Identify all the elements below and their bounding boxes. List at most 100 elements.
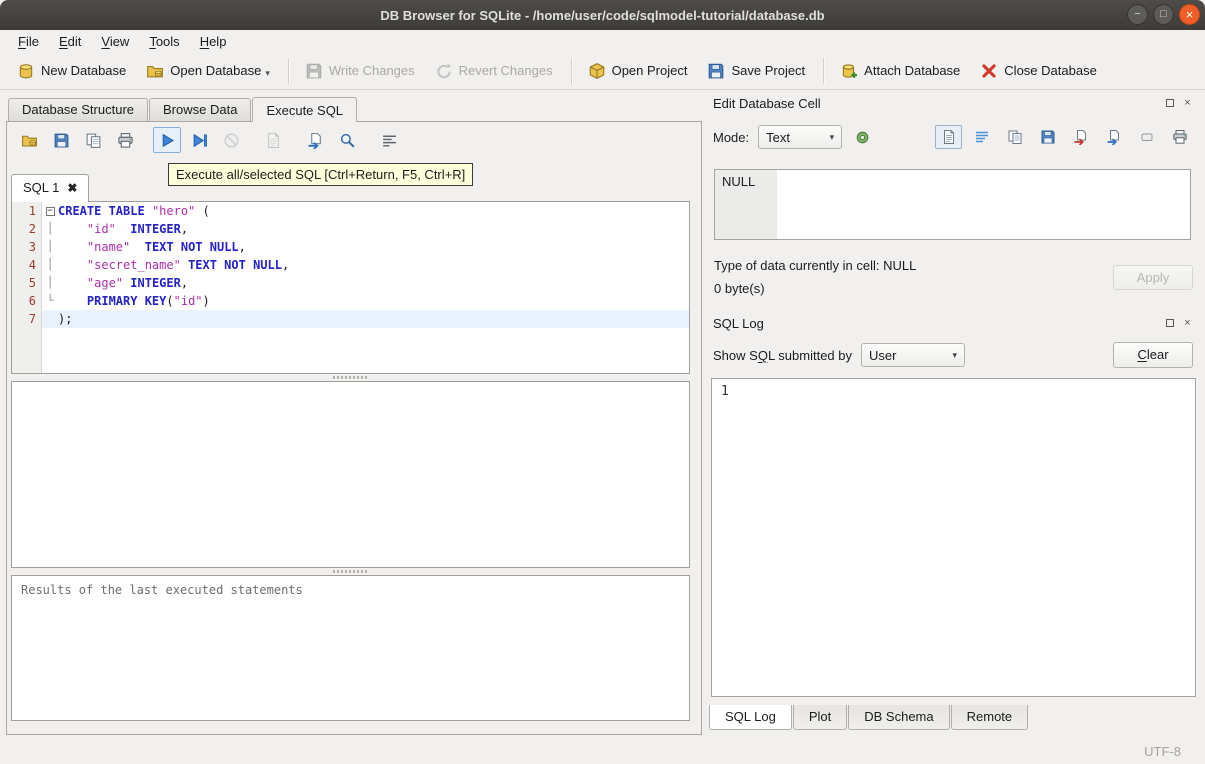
mode-combo-value: Text xyxy=(766,129,790,145)
stop-button[interactable] xyxy=(217,127,245,153)
editor-line[interactable]: 3 │ "name" TEXT NOT NULL, xyxy=(12,238,689,256)
toolbar-separator xyxy=(570,57,572,84)
execute-sql-button[interactable] xyxy=(153,127,181,153)
print-button[interactable] xyxy=(1166,125,1193,149)
save-sql-as-button[interactable] xyxy=(79,127,107,153)
tab-execute-sql[interactable]: Execute SQL xyxy=(252,97,358,122)
dropdown-caret-icon[interactable]: ▾ xyxy=(265,68,270,80)
fold-guide-line: └ xyxy=(46,294,54,307)
editor-line[interactable]: 7); xyxy=(12,310,689,328)
editor-line[interactable]: 5 │ "age" INTEGER, xyxy=(12,274,689,292)
copy-icon xyxy=(1007,129,1023,145)
save-project-button[interactable]: Save Project xyxy=(698,57,814,85)
fold-guide-line: │ xyxy=(46,258,54,271)
cell-editor[interactable]: NULL xyxy=(714,169,1191,240)
sql-toolbar xyxy=(15,127,407,153)
save-sql-as-icon xyxy=(85,132,102,149)
fold-toggle-icon[interactable]: − xyxy=(42,202,58,220)
open-sql-file-button[interactable] xyxy=(15,127,43,153)
close-panel-icon[interactable]: × xyxy=(1180,316,1195,331)
float-panel-icon[interactable] xyxy=(1162,316,1177,331)
export-data-button[interactable] xyxy=(1100,125,1127,149)
save-text-button[interactable] xyxy=(1034,125,1061,149)
sql-editor-tab-bar: SQL 1 ✖ xyxy=(11,169,90,202)
write-changes-button[interactable]: Write Changes xyxy=(296,57,424,85)
open-project-button[interactable]: Open Project xyxy=(579,57,697,85)
attach-database-button[interactable]: Attach Database xyxy=(831,57,969,85)
find-replace-icon xyxy=(339,132,356,149)
export-csv-button[interactable] xyxy=(301,127,329,153)
menu-tools[interactable]: Tools xyxy=(139,32,189,51)
copy-button[interactable] xyxy=(1001,125,1028,149)
attach-database-icon xyxy=(840,62,858,80)
splitter-handle[interactable] xyxy=(11,374,690,381)
maximize-button[interactable]: □ xyxy=(1153,4,1174,25)
execute-sql-icon xyxy=(159,132,176,149)
format-sql-button[interactable] xyxy=(375,127,403,153)
app-window: DB Browser for SQLite - /home/user/code/… xyxy=(0,0,1205,764)
close-button[interactable]: × xyxy=(1179,4,1200,25)
import-data-button[interactable] xyxy=(1067,125,1094,149)
log-filter-combo[interactable]: User ▾ xyxy=(861,343,965,367)
save-text-icon xyxy=(1040,129,1056,145)
sql-log-list[interactable]: 1 xyxy=(711,378,1196,697)
word-wrap-button[interactable] xyxy=(968,125,995,149)
save-results-button[interactable] xyxy=(259,127,287,153)
tab-sql-log[interactable]: SQL Log xyxy=(709,705,792,730)
fold-guide-line: │ xyxy=(46,240,54,253)
tab-database-structure[interactable]: Database Structure xyxy=(8,98,149,121)
tab-db-schema[interactable]: DB Schema xyxy=(848,705,950,730)
minimize-button[interactable]: − xyxy=(1127,4,1148,25)
edit-cell-title: Edit Database Cell xyxy=(713,95,821,111)
menu-view[interactable]: View xyxy=(91,32,139,51)
cell-type-text: Type of data currently in cell: NULL xyxy=(714,258,917,273)
tab-sql-1[interactable]: SQL 1 ✖ xyxy=(11,174,90,202)
apply-button[interactable]: Apply xyxy=(1113,265,1193,290)
tab-browse-data[interactable]: Browse Data xyxy=(149,98,252,121)
close-database-button[interactable]: Close Database xyxy=(971,57,1106,85)
text-view-button[interactable] xyxy=(935,125,962,149)
editor-line[interactable]: 1− CREATE TABLE "hero" ( xyxy=(12,202,689,220)
stop-icon xyxy=(223,132,240,149)
find-replace-button[interactable] xyxy=(333,127,361,153)
side-panel-tab-bar: SQL Log Plot DB Schema Remote xyxy=(709,705,1029,730)
cell-toolbar-icons xyxy=(935,125,1193,149)
results-message-pane[interactable]: Results of the last executed statements xyxy=(11,575,690,721)
mode-settings-button[interactable] xyxy=(849,125,876,149)
float-glyph xyxy=(1165,319,1174,327)
main-tab-bar: Database Structure Browse Data Execute SQL xyxy=(6,97,702,122)
title-bar[interactable]: DB Browser for SQLite - /home/user/code/… xyxy=(0,0,1205,30)
tab-remote[interactable]: Remote xyxy=(950,705,1029,730)
tab-plot[interactable]: Plot xyxy=(792,705,848,730)
open-database-button[interactable]: Open Database ▾ xyxy=(137,57,279,85)
execute-line-button[interactable] xyxy=(185,127,213,153)
results-grid[interactable] xyxy=(11,381,690,568)
export-csv-icon xyxy=(307,132,324,149)
write-changes-label: Write Changes xyxy=(328,63,415,78)
print-button[interactable] xyxy=(111,127,139,153)
editor-line[interactable]: 4 │ "secret_name" TEXT NOT NULL, xyxy=(12,256,689,274)
log-line-number: 1 xyxy=(721,384,729,399)
new-database-button[interactable]: New Database xyxy=(8,57,135,85)
open-database-label: Open Database xyxy=(170,63,262,78)
editor-line[interactable]: 2 │ "id" INTEGER, xyxy=(12,220,689,238)
save-sql-file-button[interactable] xyxy=(47,127,75,153)
close-panel-icon[interactable]: × xyxy=(1180,96,1195,111)
float-panel-icon[interactable] xyxy=(1162,96,1177,111)
menu-file[interactable]: File xyxy=(8,32,49,51)
menu-edit[interactable]: Edit xyxy=(49,32,91,51)
mode-combo[interactable]: Text ▾ xyxy=(758,125,843,149)
editor-line[interactable]: 6 └ PRIMARY KEY("id") xyxy=(12,292,689,310)
cell-mode-row: Mode: Text ▾ xyxy=(713,123,1193,151)
main-toolbar: New Database Open Database ▾ Write Changes R… xyxy=(0,52,1205,90)
close-tab-icon[interactable]: ✖ xyxy=(67,181,77,195)
menu-help[interactable]: Help xyxy=(190,32,237,51)
save-results-icon xyxy=(265,132,282,149)
import-data-icon xyxy=(1073,129,1089,145)
splitter-handle[interactable] xyxy=(11,568,690,575)
revert-changes-button[interactable]: Revert Changes xyxy=(426,57,562,85)
set-null-button[interactable] xyxy=(1133,125,1160,149)
sql-editor[interactable]: 1− CREATE TABLE "hero" (2 │ "id" INTEGER, 3… xyxy=(11,201,690,374)
clear-button[interactable]: Clear xyxy=(1113,342,1193,368)
open-sql-file-icon xyxy=(21,132,38,149)
